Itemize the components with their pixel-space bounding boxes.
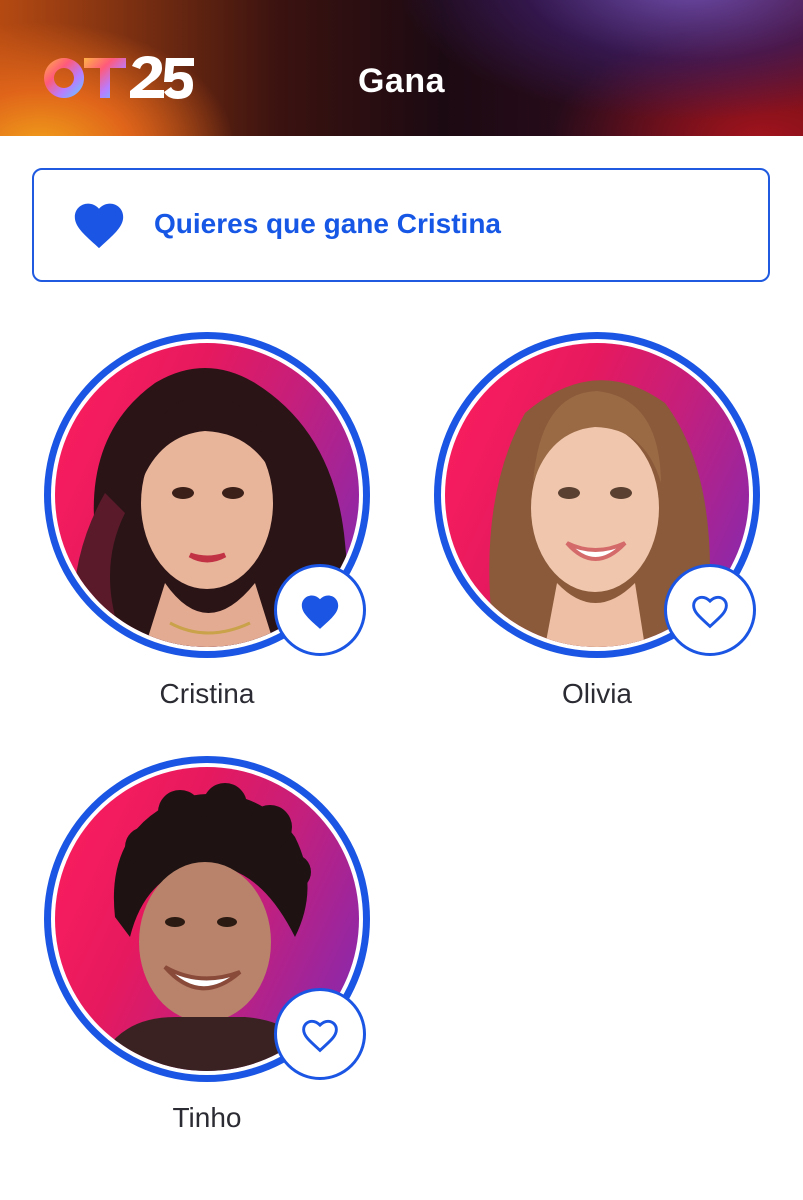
heart-outline-icon	[302, 1019, 338, 1053]
heart-outline-icon	[692, 595, 728, 629]
candidate-name: Olivia	[561, 678, 632, 709]
vote-heart-button-cristina[interactable]	[274, 564, 366, 656]
candidate-name: Tinho	[172, 1102, 242, 1133]
vote-heart-button-tinho[interactable]	[274, 988, 366, 1080]
candidate-card-olivia[interactable]: Olivia	[434, 332, 764, 709]
candidate-card-tinho[interactable]: Tinho	[44, 756, 374, 1133]
candidate-card-cristina[interactable]: Cristina	[44, 332, 374, 709]
vote-status-banner: Quieres que gane Cristina	[32, 168, 770, 282]
heart-filled-icon	[301, 595, 339, 629]
app-header: Gana	[0, 0, 803, 136]
candidate-name: Cristina	[159, 678, 255, 709]
page-title: Gana	[357, 62, 446, 100]
heart-filled-icon	[74, 203, 124, 249]
vote-status-text: Quieres que gane Cristina	[154, 208, 501, 239]
vote-heart-button-olivia[interactable]	[664, 564, 756, 656]
